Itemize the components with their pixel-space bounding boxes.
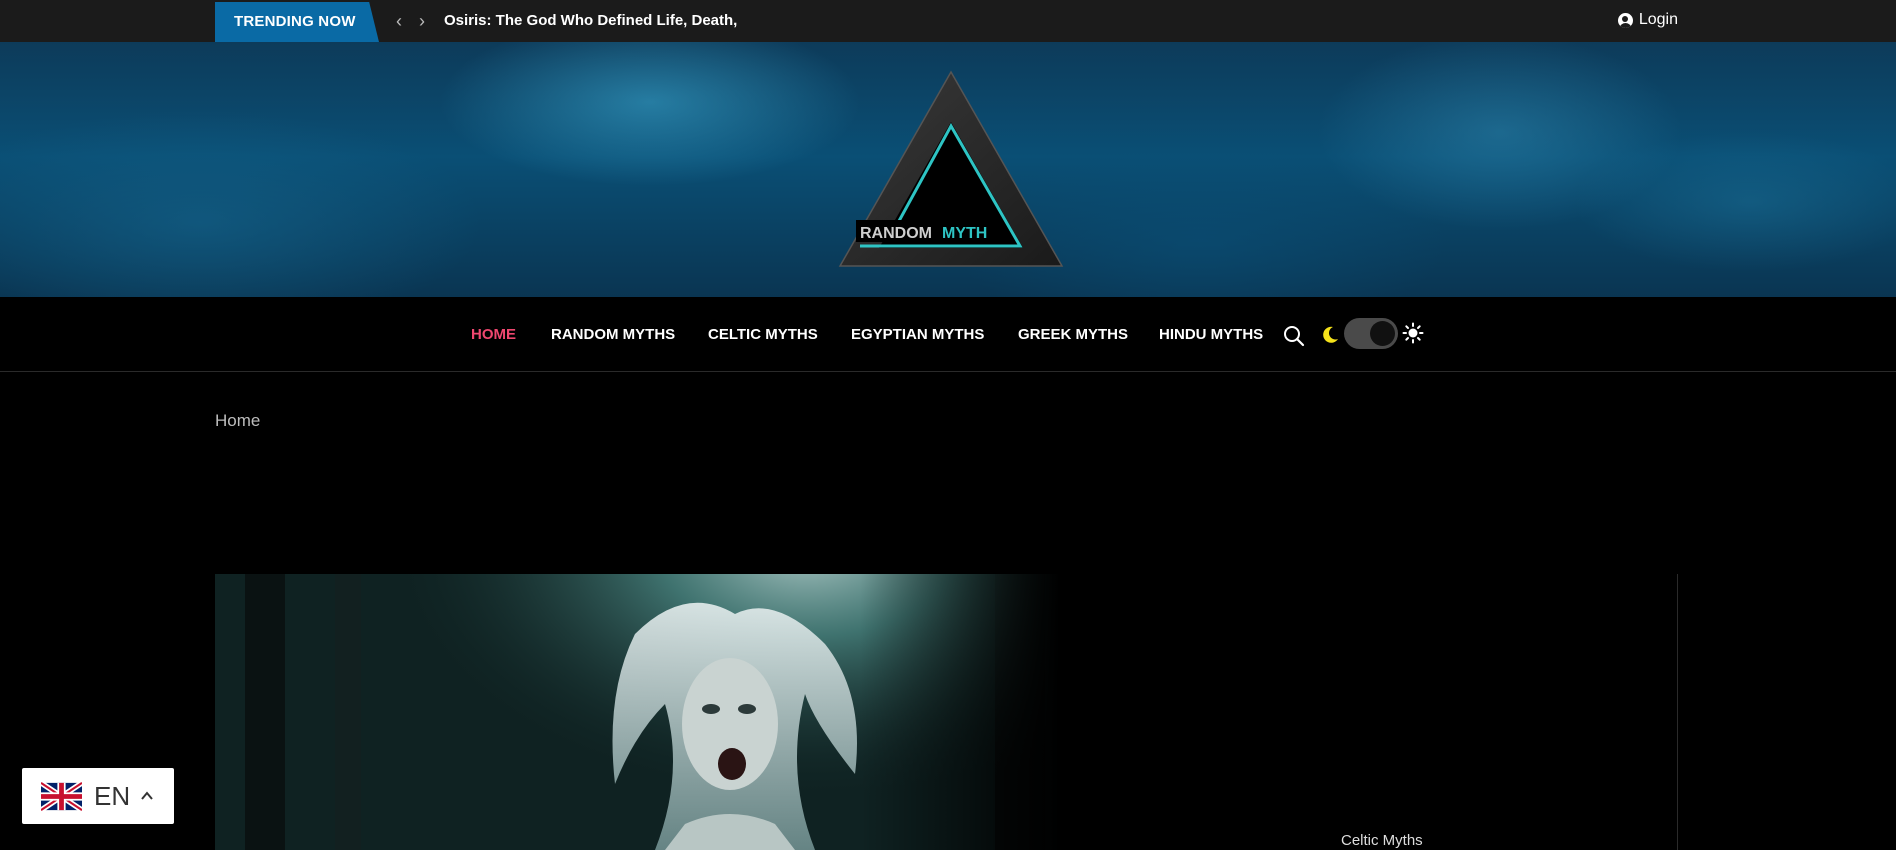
user-circle-icon [1617,12,1633,28]
ticker-prev-arrow-icon[interactable]: ‹ [396,10,402,32]
chevron-up-icon [141,791,153,800]
logo-word-myth: MYTH [942,225,987,242]
nav-item-celtic-myths[interactable]: CELTIC MYTHS [708,326,818,343]
sidebar-divider [1677,574,1678,850]
search-icon[interactable] [1283,325,1305,347]
language-switcher[interactable]: EN [22,768,174,824]
main-nav: HOME RANDOM MYTHS CELTIC MYTHS EGYPTIAN … [0,297,1896,372]
language-code: EN [94,780,131,811]
top-bar: TRENDING NOW ‹ › Osiris: The God Who Def… [0,0,1896,42]
trending-headline-link[interactable]: Osiris: The God Who Defined Life, Death, [444,12,737,29]
header-banner: RANDOM MYTH [0,42,1896,297]
hero-fade-overlay [860,574,1070,850]
uk-flag-icon [41,780,82,812]
nav-item-greek-myths[interactable]: GREEK MYTHS [1018,326,1128,343]
theme-toggle-knob [1370,321,1395,346]
login-link[interactable]: Login [1617,11,1678,29]
nav-item-random-myths[interactable]: RANDOM MYTHS [551,326,675,343]
nav-item-hindu-myths[interactable]: HINDU MYTHS [1159,326,1263,343]
sun-icon [1402,322,1424,344]
login-label: Login [1638,11,1678,28]
theme-toggle[interactable] [1344,318,1398,349]
ticker-next-arrow-icon[interactable]: › [419,10,425,32]
moon-icon [1323,326,1338,343]
random-myth-logo[interactable]: RANDOM MYTH [838,70,1064,270]
post-category-link[interactable]: Celtic Myths [1341,832,1423,849]
trending-now-badge: TRENDING NOW [215,2,379,42]
breadcrumb-home[interactable]: Home [215,411,260,431]
logo-word-random: RANDOM [860,225,932,242]
nav-item-home[interactable]: HOME [471,326,516,343]
nav-item-egyptian-myths[interactable]: EGYPTIAN MYTHS [851,326,984,343]
